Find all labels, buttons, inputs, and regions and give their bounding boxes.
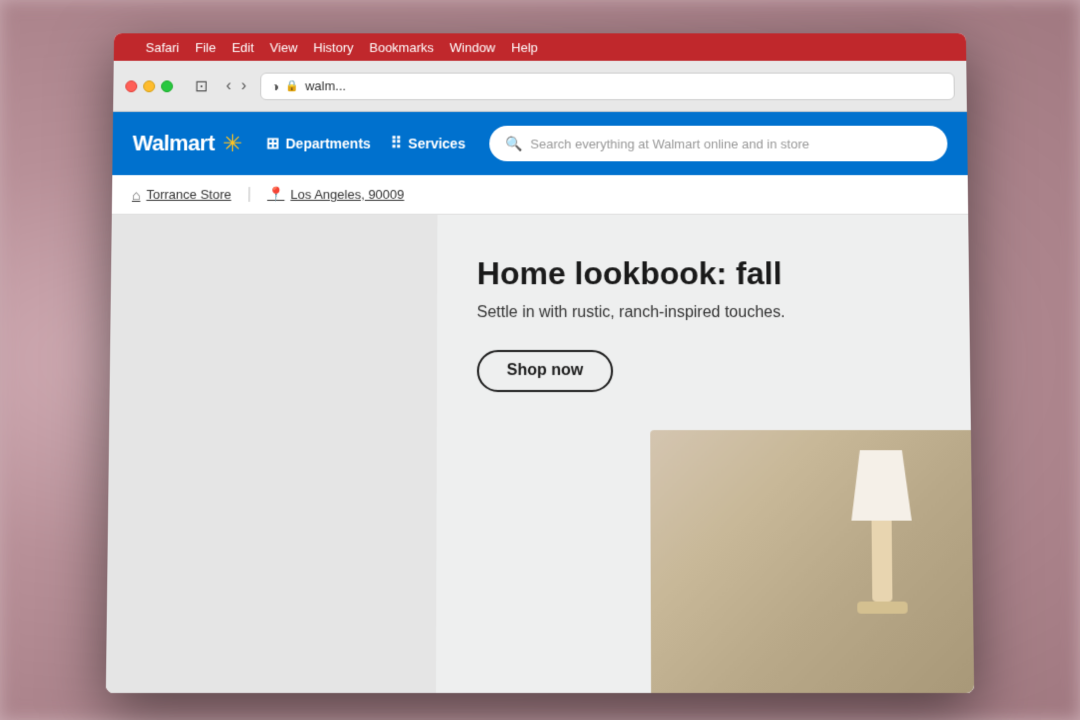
hero-banner: Home lookbook: fall Settle in with rusti… (106, 215, 974, 693)
search-icon: 🔍 (505, 135, 522, 152)
close-button[interactable] (125, 80, 137, 92)
lock-icon: 🔒 (286, 79, 300, 92)
walmart-nav: ⊞ Departments ⠿ Services (266, 134, 465, 154)
walmart-wordmark: Walmart (132, 131, 214, 157)
shop-now-label: Shop now (507, 362, 583, 380)
services-label: Services (408, 136, 465, 152)
lamp-shade (851, 450, 912, 520)
search-placeholder: Search everything at Walmart online and … (530, 136, 809, 151)
store-label: Torrance Store (146, 187, 231, 202)
departments-label: Departments (286, 136, 371, 152)
departments-icon: ⊞ (266, 134, 279, 154)
hero-subtitle: Settle in with rustic, ranch-inspired to… (477, 305, 930, 323)
menu-history[interactable]: History (313, 40, 353, 55)
departments-nav-link[interactable]: ⊞ Departments (266, 134, 370, 154)
city-label: Los Angeles, 90009 (290, 187, 404, 202)
safari-toolbar: ⊡ ‹ › ◑ 🔒 walm... (113, 61, 967, 112)
lamp-base (872, 521, 893, 602)
hero-card: Home lookbook: fall Settle in with rusti… (436, 215, 974, 693)
menu-bookmarks[interactable]: Bookmarks (369, 40, 433, 55)
reader-icon: ◑ (271, 78, 280, 94)
menu-safari[interactable]: Safari (146, 40, 180, 55)
search-bar[interactable]: 🔍 Search everything at Walmart online an… (489, 126, 947, 162)
forward-arrow-icon: › (241, 77, 246, 94)
hero-title: Home lookbook: fall (477, 254, 929, 292)
menu-file[interactable]: File (195, 40, 216, 55)
store-location-link[interactable]: ⌂ Torrance Store (132, 186, 231, 202)
lamp-decoration (851, 450, 913, 614)
back-button[interactable]: ‹ (222, 73, 235, 99)
maximize-button[interactable] (161, 80, 173, 92)
menu-help[interactable]: Help (511, 40, 538, 55)
walmart-spark-icon: ✳ (222, 129, 242, 158)
back-arrow-icon: ‹ (226, 77, 231, 94)
main-content: Home lookbook: fall Settle in with rusti… (106, 215, 974, 693)
browser-window: Safari File Edit View History Bookmarks … (106, 33, 974, 693)
location-bar: ⌂ Torrance Store | 📍 Los Angeles, 90009 (112, 175, 968, 215)
forward-button[interactable]: › (237, 73, 250, 99)
address-bar[interactable]: ◑ 🔒 walm... (260, 72, 955, 100)
walmart-logo[interactable]: Walmart ✳ (132, 129, 242, 158)
city-location-link[interactable]: 📍 Los Angeles, 90009 (267, 186, 404, 203)
walmart-header: Walmart ✳ ⊞ Departments ⠿ Services 🔍 Sea… (112, 112, 967, 175)
services-icon: ⠿ (390, 134, 402, 154)
menu-edit[interactable]: Edit (232, 40, 254, 55)
location-divider: | (247, 185, 251, 203)
services-nav-link[interactable]: ⠿ Services (390, 134, 465, 154)
lamp-foot (857, 602, 907, 614)
nav-arrows: ‹ › (222, 73, 251, 99)
sidebar-toggle-button[interactable]: ⊡ (191, 72, 213, 100)
window-controls (125, 80, 173, 92)
store-icon: ⌂ (132, 186, 141, 202)
macos-menubar: Safari File Edit View History Bookmarks … (114, 33, 967, 60)
shop-now-button[interactable]: Shop now (477, 350, 614, 392)
url-text: walm... (305, 78, 346, 93)
furniture-image (650, 430, 974, 693)
minimize-button[interactable] (143, 80, 155, 92)
hero-left-area (106, 215, 437, 693)
menu-window[interactable]: Window (450, 40, 496, 55)
sidebar-icon: ⊡ (195, 78, 208, 95)
menu-view[interactable]: View (270, 40, 298, 55)
pin-icon: 📍 (267, 186, 284, 203)
